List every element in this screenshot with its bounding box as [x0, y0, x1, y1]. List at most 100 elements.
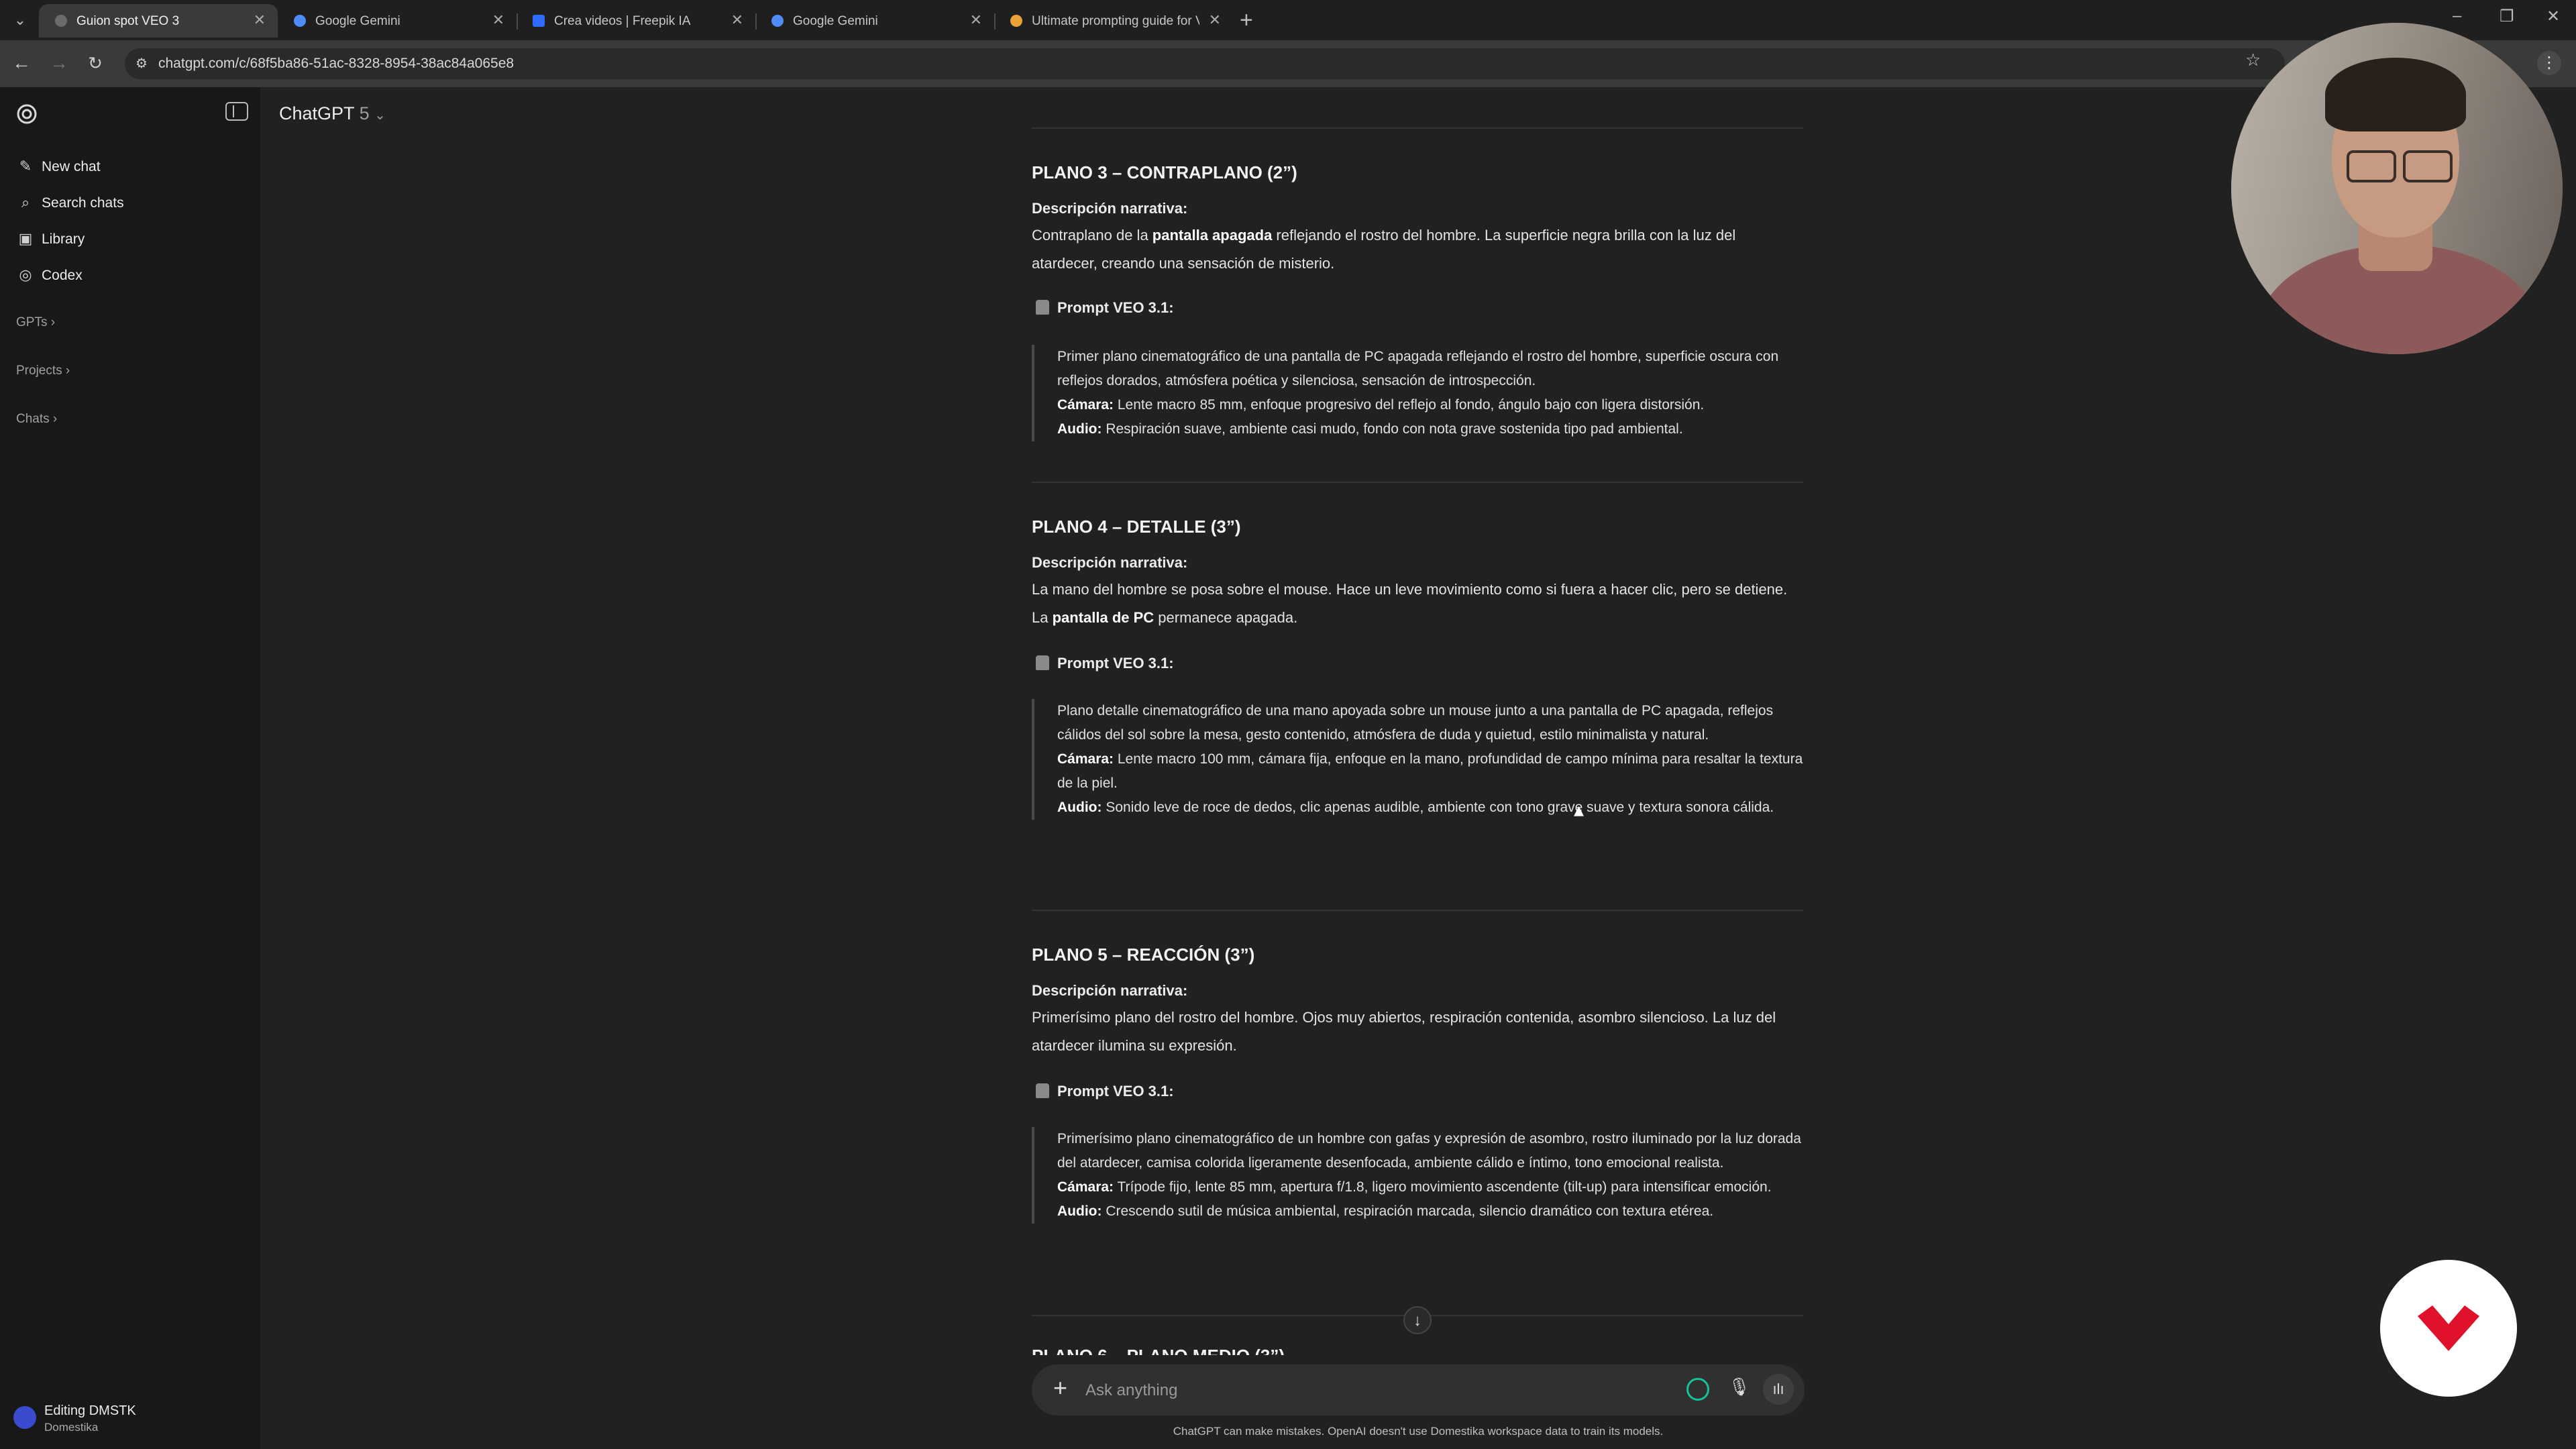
audio-label: Audio: [1057, 1203, 1102, 1219]
prompt-label: Prompt VEO 3.1: [1057, 655, 1174, 672]
chevron-right-icon: › [65, 364, 70, 378]
sidebar-item-search-chats[interactable]: ⌕ Search chats [16, 188, 244, 217]
address-bar[interactable]: ⚙ chatgpt.com/c/68f5ba86-51ac-8328-8954-… [125, 48, 2285, 79]
camera-line: Cámara: Lente macro 85 mm, enfoque progr… [1057, 393, 1803, 417]
prompt-heading: Prompt VEO 3.1: [1036, 655, 1174, 672]
disclaimer-text: ChatGPT can make mistakes. OpenAI doesn'… [1173, 1425, 1664, 1438]
browser-tab-1[interactable]: Guion spot VEO 3 ✕ [39, 4, 278, 38]
close-tab-icon[interactable]: ✕ [492, 11, 504, 29]
section-heading: PLANO 6 – PLANO MEDIO (3”) [1032, 1346, 1285, 1355]
sidebar-item-label: New chat [42, 159, 101, 174]
webcam-person-glasses [2347, 150, 2396, 182]
audio-line: Audio: Sonido leve de roce de dedos, cli… [1057, 796, 1803, 820]
scroll-to-bottom-button[interactable]: ↓ [1403, 1306, 1432, 1334]
clapper-icon [1036, 1083, 1049, 1098]
section-label: Projects [16, 364, 62, 378]
image-icon: ▣ [18, 230, 33, 247]
chevron-right-icon: › [52, 412, 58, 426]
sidebar-item-codex[interactable]: ◎ Codex [16, 260, 244, 290]
tab-title: Crea videos | Freepik IA [554, 14, 691, 28]
description-label: Descripción narrativa: [1032, 982, 1188, 999]
text-run: permanece apagada. [1154, 609, 1298, 626]
close-tab-icon[interactable]: ✕ [1209, 11, 1221, 29]
close-tab-icon[interactable]: ✕ [254, 11, 266, 29]
grammarly-icon[interactable] [1686, 1378, 1709, 1401]
text-run: Contraplano de la [1032, 227, 1152, 244]
prompt-heading: Prompt VEO 3.1: [1036, 1083, 1174, 1100]
assistant-message: PLANO 3 – CONTRAPLANO (2”) Descripción n… [1032, 87, 1803, 1355]
tab-title: Google Gemini [793, 14, 878, 28]
browser-tab-3[interactable]: Crea videos | Freepik IA ✕ [517, 4, 755, 38]
sidebar-section-chats[interactable]: Chats › [16, 412, 57, 427]
waveform-icon: ılı [1772, 1381, 1784, 1397]
tab-title: Google Gemini [315, 14, 400, 28]
sidebar-item-library[interactable]: ▣ Library [16, 224, 244, 254]
toggle-sidebar-icon[interactable] [225, 102, 248, 121]
sidebar-section-gpts[interactable]: GPTs › [16, 315, 55, 330]
edit-icon: ✎ [19, 158, 32, 174]
camera-text: Lente macro 100 mm, cámara fija, enfoque… [1057, 751, 1803, 791]
audio-label: Audio: [1057, 421, 1102, 437]
add-attachment-icon[interactable]: + [1053, 1374, 1067, 1402]
prompt-text: Primerísimo plano cinematográfico de un … [1057, 1131, 1801, 1171]
chevron-right-icon: › [50, 315, 56, 329]
description-label: Descripción narrativa: [1032, 554, 1188, 571]
domestika-logo-badge [2380, 1260, 2517, 1397]
drive-favicon-icon [1010, 15, 1022, 27]
model-version: 5 [359, 103, 370, 123]
description-text: Primerísimo plano del rostro del hombre.… [1032, 1004, 1803, 1060]
close-tab-icon[interactable]: ✕ [731, 11, 743, 29]
camera-line: Cámara: Lente macro 100 mm, cámara fija,… [1057, 747, 1803, 796]
audio-text: Respiración suave, ambiente casi mudo, f… [1102, 421, 1683, 437]
section-label: Chats [16, 412, 50, 426]
section-heading: PLANO 4 – DETALLE (3”) [1032, 517, 1241, 537]
domestika-logo-icon [2418, 1305, 2479, 1351]
arrow-down-icon: ↓ [1413, 1311, 1421, 1330]
new-tab-plus-icon[interactable]: + [1240, 7, 1253, 34]
forward-arrow-icon[interactable]: → [47, 51, 71, 75]
freepik-favicon-icon [533, 15, 545, 27]
clapper-icon [1036, 300, 1049, 315]
sidebar-item-label: Search chats [42, 195, 124, 211]
clapper-icon [1036, 655, 1049, 670]
browser-tab-2[interactable]: Google Gemini ✕ [278, 4, 517, 38]
tab-search-chevron-icon[interactable]: ⌄ [9, 9, 31, 31]
sidebar: ✎ New chat ⌕ Search chats ▣ Library ◎ Co… [0, 87, 260, 1449]
back-arrow-icon[interactable]: ← [9, 51, 34, 75]
codex-icon: ◎ [19, 266, 32, 283]
site-info-icon[interactable]: ⚙ [136, 55, 152, 71]
prompt-input[interactable] [1084, 1377, 1637, 1405]
mouse-cursor-icon: ▴ [1574, 799, 1585, 821]
prompt-blockquote: Plano detalle cinematográfico de una man… [1032, 699, 1803, 820]
browser-tab-5[interactable]: Ultimate prompting guide for V ✕ [994, 4, 1233, 38]
url-text: chatgpt.com/c/68f5ba86-51ac-8328-8954-38… [158, 56, 515, 71]
sidebar-item-new-chat[interactable]: ✎ New chat [16, 152, 244, 181]
browser-tab-4[interactable]: Google Gemini ✕ [755, 4, 994, 38]
prompt-text: Primer plano cinematográfico de una pant… [1057, 349, 1779, 388]
chevron-down-icon: ⌄ [374, 108, 386, 123]
gemini-favicon-icon [771, 15, 784, 27]
audio-text: Sonido leve de roce de dedos, clic apena… [1102, 800, 1774, 815]
reload-icon[interactable]: ↻ [83, 51, 107, 75]
camera-text: Trípode fijo, lente 85 mm, apertura f/1.… [1114, 1179, 1772, 1195]
audio-line: Audio: Respiración suave, ambiente casi … [1057, 417, 1803, 441]
browser-tab-bar: ⌄ Guion spot VEO 3 ✕ Google Gemini ✕ Cre… [0, 0, 2576, 40]
model-selector[interactable]: ChatGPT 5 ⌄ [279, 103, 386, 124]
composer: + 🎙 ılı [1032, 1364, 1805, 1415]
voice-mode-button[interactable]: ılı [1763, 1374, 1794, 1405]
microphone-icon[interactable]: 🎙 [1728, 1377, 1750, 1397]
webcam-person-glasses [2403, 150, 2453, 182]
tab-title: Guion spot VEO 3 [76, 14, 180, 28]
openai-logo-icon[interactable] [15, 102, 39, 126]
description-text: La mano del hombre se posa sobre el mous… [1032, 576, 1803, 632]
section-divider [1032, 482, 1803, 483]
section-divider [1032, 910, 1803, 911]
webcam-person-hair [2325, 58, 2466, 131]
description-label: Descripción narrativa: [1032, 200, 1188, 217]
section-heading: PLANO 3 – CONTRAPLANO (2”) [1032, 162, 1297, 182]
audio-text: Crescendo sutil de música ambiental, res… [1102, 1203, 1714, 1219]
sidebar-section-projects[interactable]: Projects › [16, 364, 70, 378]
browser-toolbar: ← → ↻ ⚙ chatgpt.com/c/68f5ba86-51ac-8328… [0, 40, 2576, 87]
description-text: Contraplano de la pantalla apagada refle… [1032, 221, 1803, 278]
close-tab-icon[interactable]: ✕ [970, 11, 982, 29]
